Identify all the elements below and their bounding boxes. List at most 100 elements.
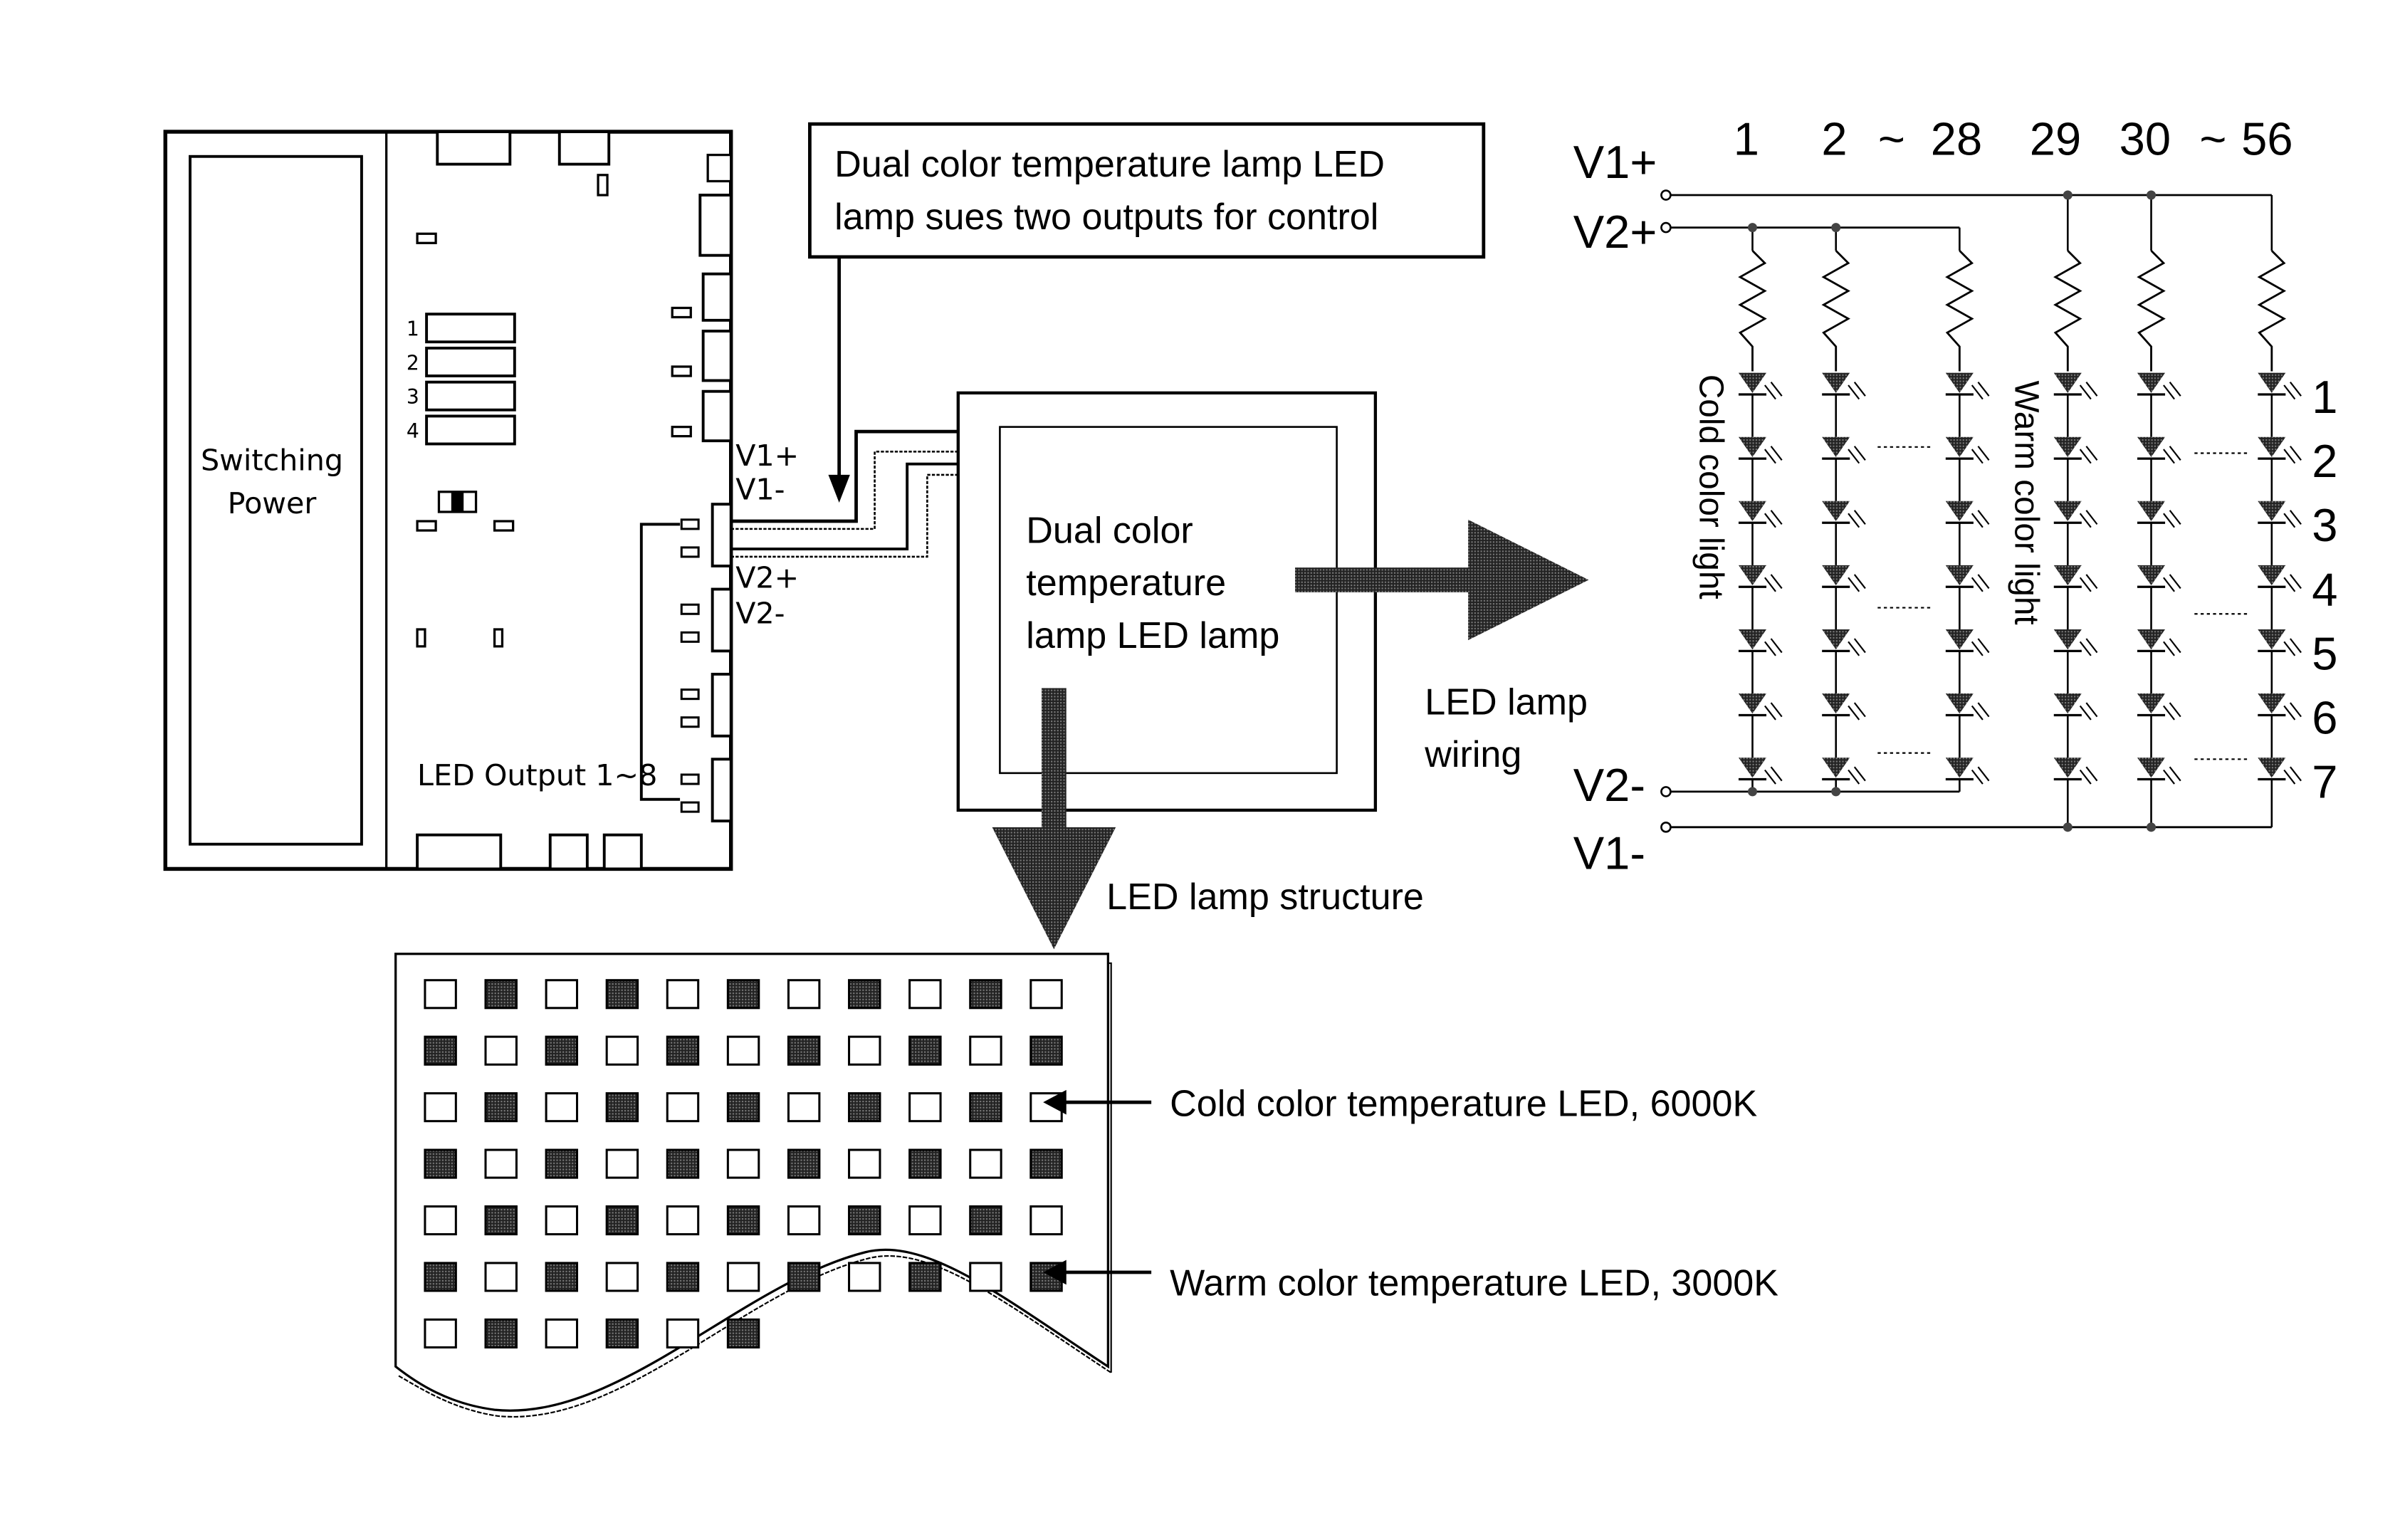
structure-label: LED lamp structure [1106, 876, 1424, 918]
cold-led-cell [484, 1148, 518, 1179]
component [680, 546, 700, 558]
led-structure-panel: Cold color temperature LED, 6000K Warm c… [394, 953, 1778, 1418]
led-diode-icon [2258, 693, 2286, 714]
dip-switch-number: 4 [407, 419, 419, 443]
cold-led-cell [545, 979, 579, 1010]
light-emission-icon [1971, 382, 1990, 400]
component [602, 833, 643, 871]
led-diode-icon [1945, 758, 1974, 778]
warm-led-cell [726, 979, 760, 1010]
warm-led-cell [545, 1262, 579, 1292]
component [436, 130, 512, 166]
output-connector [711, 672, 733, 738]
led-diode-icon [1822, 565, 1850, 586]
warm-led-cell [726, 1092, 760, 1123]
warm-led-cell [1029, 1035, 1063, 1066]
wiring-label-line2: wiring [1424, 734, 1521, 775]
led-row-number: 4 [2312, 563, 2337, 615]
led-diode-icon [2258, 565, 2286, 586]
led-diode-icon [2137, 565, 2166, 586]
light-emission-icon [1764, 382, 1783, 400]
component [706, 153, 733, 183]
led-diode-icon [2258, 436, 2286, 457]
cold-led-string [1738, 227, 1783, 792]
light-emission-icon [1971, 446, 1990, 464]
led-diode-icon [1945, 693, 1974, 714]
led-diode-icon [1945, 372, 1974, 393]
component [493, 628, 504, 648]
wiring-arrow-shaft [1294, 567, 1473, 592]
cold-led-cell [726, 1035, 760, 1066]
light-emission-icon [2163, 382, 2181, 400]
power-label-line1: Switching [201, 443, 343, 477]
warm-led-cell [605, 1092, 639, 1123]
lamp-label-line1: Dual color [1026, 510, 1193, 551]
light-emission-icon [2163, 766, 2181, 785]
light-emission-icon [1764, 446, 1783, 464]
led-diode-icon [2053, 629, 2082, 650]
led-row-number: 2 [2312, 435, 2337, 487]
dual-color-lamp: Dual color temperature lamp LED lamp [956, 391, 1378, 812]
junction-dot [2147, 822, 2157, 832]
output-connector [711, 587, 733, 653]
component [680, 773, 700, 785]
cold-led-cell [666, 1092, 700, 1123]
resistor-icon [1738, 250, 1767, 372]
warm-light-label: Warm color light [2008, 380, 2045, 624]
light-emission-icon [2283, 702, 2302, 721]
light-emission-icon [2283, 766, 2302, 785]
cold-led-cell [1029, 1205, 1063, 1236]
led-diode-icon [2137, 758, 2166, 778]
led-diode-icon [2053, 501, 2082, 522]
light-emission-icon [1971, 510, 1990, 528]
component [671, 365, 692, 377]
cold-led-cell [605, 1148, 639, 1179]
warm-led-cell [726, 1318, 760, 1348]
warm-led-cell [484, 1318, 518, 1348]
cold-light-label: Cold color light [1692, 374, 1730, 599]
output-connector [711, 503, 733, 567]
resistor-icon [2257, 250, 2287, 372]
column-header: 1 [1734, 113, 1759, 165]
lamp-label-line3: lamp LED lamp [1026, 615, 1279, 656]
dip-switch-number: 3 [407, 385, 419, 409]
led-diode-icon [2258, 758, 2286, 778]
component [680, 631, 700, 643]
led-diode-icon [1738, 758, 1767, 778]
cold-led-cell [666, 979, 700, 1010]
warm-led-cell [969, 1205, 1002, 1236]
controller-board: Switching Power 1234 LED Output 1~8 V1+ … [163, 130, 799, 871]
component [671, 306, 692, 319]
light-emission-icon [2283, 510, 2302, 528]
component [416, 833, 503, 871]
led-diode-icon [2053, 758, 2082, 778]
led-diode-icon [2137, 693, 2166, 714]
led-diode-icon [1738, 436, 1767, 457]
cold-led-cell [848, 1148, 881, 1179]
led-diode-icon [1945, 436, 1974, 457]
warm-led-cell [424, 1035, 457, 1066]
led-diode-icon [1822, 436, 1850, 457]
dip-switch [425, 346, 516, 377]
column-header: 2 [1821, 113, 1847, 165]
led-row-number: 7 [2312, 756, 2337, 808]
cold-led-cell [726, 1262, 760, 1292]
led-row-number: 6 [2312, 691, 2337, 743]
cold-led-cell [605, 1035, 639, 1066]
warm-led-cell [666, 1262, 700, 1292]
structure-arrow-shaft [1042, 688, 1067, 835]
led-diode-icon [1945, 501, 1974, 522]
warm-led-cell [424, 1262, 457, 1292]
component [680, 716, 700, 728]
cold-led-cell [908, 979, 942, 1010]
light-emission-icon [1848, 766, 1866, 785]
led-diode-icon [1822, 758, 1850, 778]
led-row-number: 3 [2312, 499, 2337, 551]
warm-led-cell [908, 1262, 942, 1292]
connector [701, 389, 733, 443]
cold-led-cell [969, 1148, 1002, 1179]
warm-led-cell [787, 1148, 821, 1179]
led-output-label: LED Output 1~8 [417, 758, 657, 792]
component [680, 603, 700, 615]
cold-led-cell [545, 1092, 579, 1123]
